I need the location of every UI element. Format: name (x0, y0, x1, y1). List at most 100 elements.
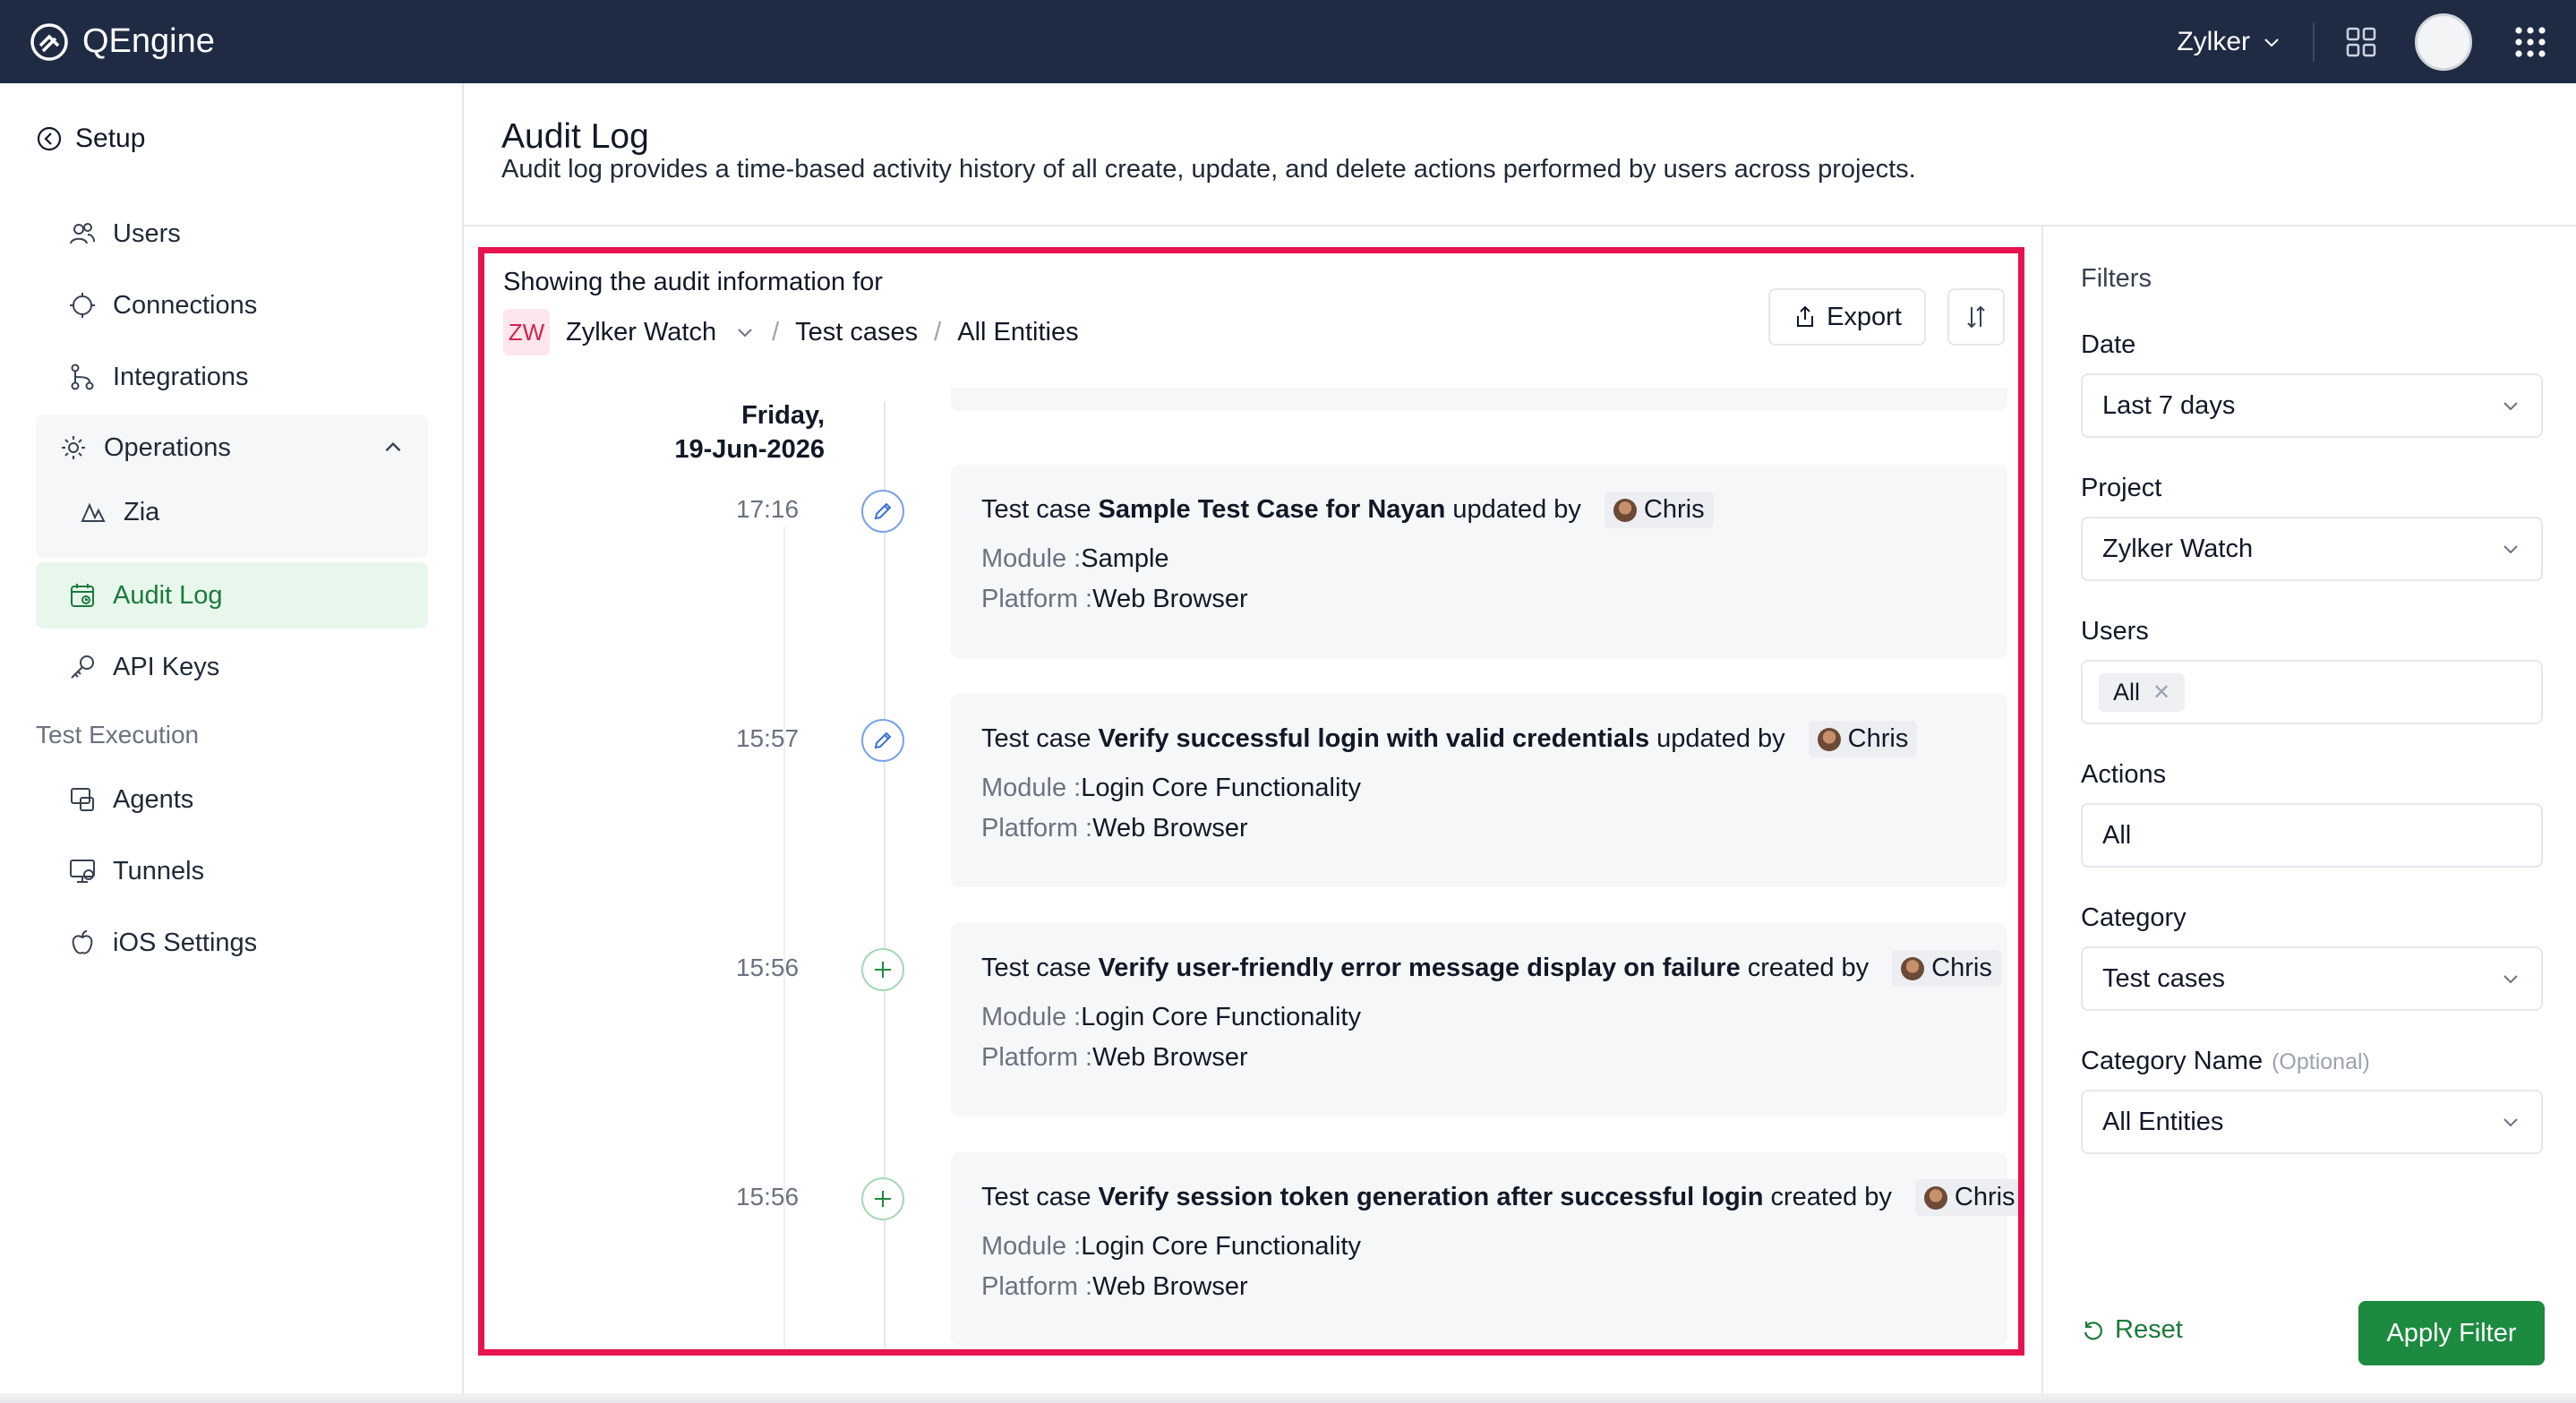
breadcrumb-category[interactable]: Test cases (795, 318, 918, 347)
sidebar-item-label: iOS Settings (113, 928, 258, 957)
entry-time: 15:57 (735, 724, 800, 752)
project-filter-label: Project (2081, 474, 2162, 502)
sidebar-item-label: Audit Log (113, 580, 223, 610)
platform-label: Platform : (981, 814, 1093, 843)
plus-icon (861, 1177, 904, 1220)
module-value: Login Core Functionality (1081, 1003, 1361, 1031)
sidebar-item-connections[interactable]: Connections (36, 272, 428, 338)
entry-prefix: Test case (981, 495, 1091, 524)
reset-button[interactable]: Reset (2081, 1315, 2183, 1345)
chevron-down-icon (738, 329, 752, 338)
back-arrow-icon (37, 126, 62, 151)
zia-icon (81, 502, 106, 522)
entry-action: updated by (1656, 724, 1785, 753)
module-label: Module : (981, 774, 1082, 802)
sidebar-item-tunnels[interactable]: Tunnels (36, 838, 428, 904)
audit-entry-card[interactable]: Test case Sample Test Case for Nayan upd… (951, 465, 2007, 658)
tunnels-icon (70, 860, 95, 883)
platform-value: Web Browser (1092, 1272, 1248, 1301)
close-icon[interactable]: ✕ (2152, 680, 2170, 706)
page-description: Audit log provides a time-based activity… (501, 155, 1916, 184)
category-name-label-text: Category Name (2081, 1047, 2264, 1075)
users-filter-label: Users (2081, 617, 2149, 646)
chevron-up-icon[interactable] (381, 436, 405, 459)
entry-action: created by (1770, 1183, 1892, 1211)
sidebar-item-ios-settings[interactable]: iOS Settings (36, 910, 428, 976)
chevron-down-icon (2503, 1118, 2518, 1127)
user-avatar[interactable] (2415, 13, 2472, 71)
platform-value: Web Browser (1092, 1043, 1248, 1072)
setup-back-link[interactable]: Setup (36, 124, 145, 154)
actions-filter-input[interactable]: All (2081, 803, 2543, 868)
org-name: Zylker (2177, 26, 2250, 56)
audit-log-icon (71, 584, 94, 607)
sidebar-item-label: API Keys (113, 652, 220, 681)
app-switcher-icon[interactable] (2345, 26, 2377, 58)
date-filter-label: Date (2081, 330, 2136, 359)
sidebar-item-integrations[interactable]: Integrations (36, 344, 428, 410)
entry-prefix: Test case (981, 954, 1091, 982)
breadcrumb: ZW Zylker Watch / Test cases / All Entit… (503, 309, 1079, 355)
sort-button[interactable] (1947, 288, 2005, 346)
avatar (1923, 1185, 1947, 1210)
entry-name: Verify session token generation after su… (1098, 1183, 1764, 1211)
app-logo[interactable]: QEngine (29, 21, 215, 63)
grid-menu-icon[interactable] (2513, 25, 2547, 59)
sidebar-item-zia[interactable]: Zia (36, 479, 428, 545)
entry-action: created by (1747, 954, 1870, 982)
chevron-down-icon (2264, 38, 2279, 47)
chevron-down-icon (2503, 975, 2518, 984)
date-filter-select[interactable]: Last 7 days (2081, 373, 2543, 438)
date-filter-value: Last 7 days (2102, 390, 2236, 420)
project-selector[interactable]: Zylker Watch (566, 318, 756, 347)
sidebar-item-users[interactable]: Users (36, 201, 428, 267)
timeline-guide (783, 526, 785, 1349)
module-value: Sample (1081, 544, 1169, 573)
qengine-logo-icon (30, 22, 68, 61)
breadcrumb-separator: / (934, 317, 942, 346)
edit-icon (861, 490, 904, 533)
sidebar-item-label: Integrations (113, 362, 249, 391)
audit-entry-card[interactable]: Test case Verify session token generatio… (951, 1152, 2018, 1346)
category-filter-select[interactable]: Test cases (2081, 946, 2543, 1011)
edit-icon (861, 719, 904, 762)
top-bar: QEngine Zylker (0, 0, 2576, 83)
module-value: Login Core Functionality (1081, 1232, 1361, 1261)
sidebar-item-audit-log[interactable]: Audit Log (36, 562, 428, 629)
category-name-filter-value: All Entities (2102, 1107, 2224, 1136)
audit-entry-card[interactable]: Test case Verify user-friendly error mes… (951, 923, 2007, 1116)
user-name: Chris (1954, 1183, 2015, 1211)
users-filter-input[interactable]: All ✕ (2081, 660, 2543, 724)
sidebar-item-agents[interactable]: Agents (36, 766, 428, 833)
avatar (1901, 956, 1925, 980)
platform-label: Platform : (981, 1043, 1093, 1072)
platform-label: Platform : (981, 1272, 1093, 1301)
filters-panel: Filters Date Last 7 days Project Zylker … (2041, 227, 2576, 1403)
export-button[interactable]: Export (1768, 288, 1926, 346)
users-chip: All ✕ (2099, 672, 2186, 712)
sidebar-item-operations[interactable]: Operations (36, 415, 428, 481)
date-weekday: Friday, (741, 401, 825, 430)
sidebar-item-label: Connections (113, 290, 258, 320)
platform-label: Platform : (981, 585, 1093, 613)
users-chip-label: All (2113, 678, 2141, 706)
entry-time: 17:16 (735, 495, 800, 523)
avatar (1817, 727, 1841, 751)
category-name-filter-select[interactable]: All Entities (2081, 1090, 2543, 1154)
sidebar-item-label: Zia (124, 497, 160, 526)
key-icon (71, 655, 94, 679)
optional-label: (Optional) (2272, 1049, 2370, 1074)
entry-time: 15:56 (735, 954, 800, 981)
export-label: Export (1827, 302, 1902, 331)
audit-entry-card[interactable]: Test case Verify successful login with v… (951, 694, 2007, 887)
chevron-down-icon (2503, 545, 2518, 554)
users-icon (70, 223, 95, 244)
project-filter-select[interactable]: Zylker Watch (2081, 517, 2543, 581)
module-label: Module : (981, 544, 1082, 573)
sidebar-item-api-keys[interactable]: API Keys (36, 634, 428, 700)
reset-icon (2084, 1321, 2102, 1339)
org-switcher[interactable]: Zylker (2177, 21, 2315, 62)
breadcrumb-entities[interactable]: All Entities (957, 318, 1078, 347)
apply-filter-button[interactable]: Apply Filter (2358, 1301, 2545, 1365)
module-label: Module : (981, 1232, 1082, 1261)
